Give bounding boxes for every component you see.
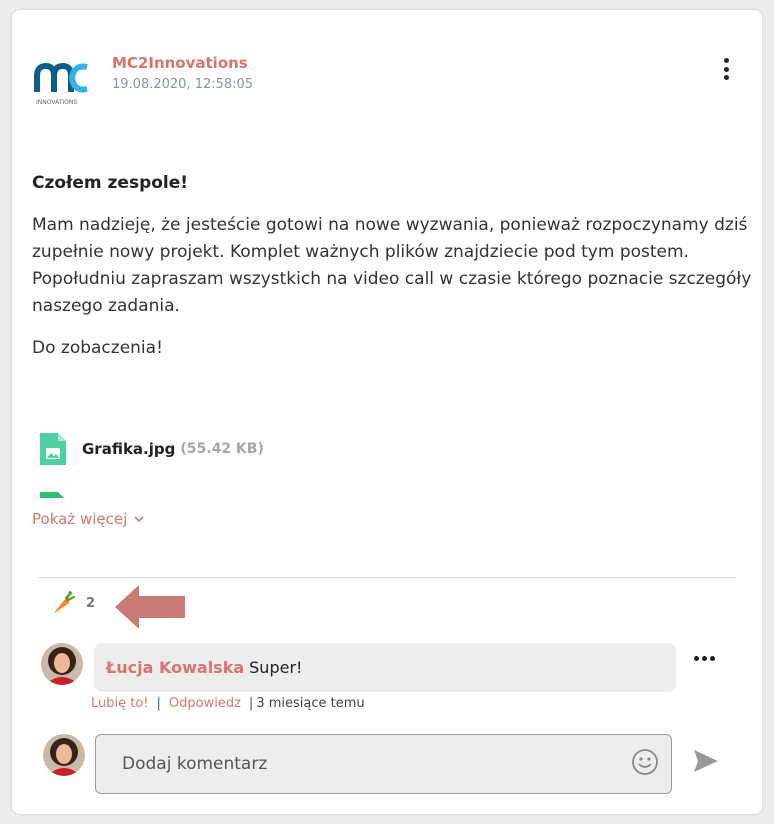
reaction-summary[interactable]: 2	[50, 590, 95, 616]
reply-link[interactable]: Odpowiedz	[169, 696, 241, 711]
dot-icon	[710, 656, 715, 661]
comment-bubble: Łucja Kowalska Super!	[94, 643, 676, 692]
annotation-arrow	[115, 585, 185, 629]
like-link[interactable]: Lubię to!	[91, 696, 149, 711]
comment-time: 3 miesiące temu	[256, 696, 365, 711]
post-card: INNOVATIONS MC2Innovations 19.08.2020, 1…	[12, 10, 762, 814]
current-user-avatar	[43, 734, 85, 776]
show-more-label: Pokaż więcej	[32, 510, 128, 528]
attachment-name: Grafika.jpg	[82, 440, 176, 458]
attachment-item[interactable]: Grafika.jpg (55.42 KB)	[38, 430, 264, 468]
comment-author[interactable]: Łucja Kowalska	[106, 658, 244, 677]
dot-icon	[723, 66, 729, 72]
dot-icon	[723, 75, 729, 80]
reaction-count: 2	[86, 595, 96, 611]
carrot-icon	[53, 590, 76, 614]
send-icon[interactable]	[692, 747, 720, 775]
comment-text: Super!	[249, 658, 303, 677]
attachment-size: (55.42 KB)	[180, 441, 264, 457]
dot-icon	[694, 656, 699, 661]
dot-icon	[702, 656, 707, 661]
post-body: Czołem zespole! Mam nadzieję, że jesteśc…	[32, 170, 752, 377]
separator: |	[248, 696, 254, 711]
emoji-icon[interactable]	[631, 748, 659, 776]
avatar[interactable]	[41, 643, 83, 685]
logo-caption: INNOVATIONS	[36, 99, 77, 106]
divider	[38, 577, 736, 578]
comment-options-button[interactable]	[694, 656, 715, 661]
comment-input[interactable]	[95, 734, 672, 794]
comment-meta: Lubię to! | Odpowiedz | 3 miesiące temu	[91, 696, 365, 711]
post-author[interactable]: MC2Innovations	[112, 54, 248, 72]
chevron-down-icon	[134, 516, 144, 523]
dot-icon	[723, 58, 729, 63]
attachment-item-partial	[38, 490, 68, 498]
post-greeting: Czołem zespole!	[32, 173, 189, 193]
image-file-icon	[40, 433, 66, 465]
company-logo: INNOVATIONS	[34, 58, 90, 106]
post-date: 19.08.2020, 12:58:05	[112, 77, 254, 92]
post-paragraph: Mam nadzieję, że jesteście gotowi na now…	[32, 215, 752, 316]
show-more-link[interactable]: Pokaż więcej	[32, 510, 145, 528]
separator: |	[156, 696, 161, 711]
post-options-button[interactable]	[718, 56, 734, 82]
post-closing: Do zobaczenia!	[32, 338, 163, 358]
